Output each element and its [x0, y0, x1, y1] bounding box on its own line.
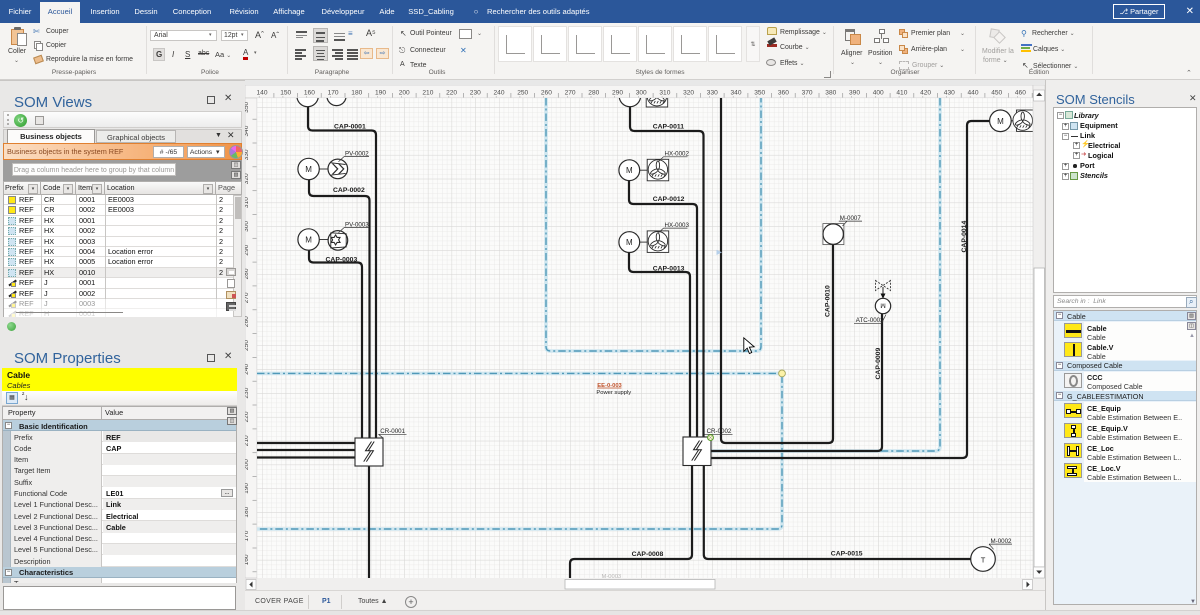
svg-text:CAP-0010: CAP-0010: [824, 285, 831, 317]
svg-text:CAP-0001: CAP-0001: [334, 124, 366, 131]
svg-text:260: 260: [541, 90, 552, 97]
svg-text:320: 320: [683, 90, 694, 97]
svg-text:270: 270: [245, 292, 250, 303]
svg-text:M: M: [626, 166, 633, 175]
svg-text:220: 220: [245, 411, 250, 422]
svg-text:340: 340: [730, 90, 741, 97]
svg-text:270: 270: [565, 90, 576, 97]
svg-text:380: 380: [825, 90, 836, 97]
svg-text:280: 280: [588, 90, 599, 97]
svg-text:350: 350: [754, 90, 765, 97]
svg-text:460: 460: [1015, 90, 1026, 97]
svg-text:230: 230: [470, 90, 481, 97]
svg-text:290: 290: [245, 244, 250, 255]
svg-text:CAP-0008: CAP-0008: [632, 551, 664, 558]
svg-text:M: M: [997, 117, 1004, 126]
svg-text:M: M: [305, 236, 312, 245]
svg-text:M: M: [305, 165, 312, 174]
svg-text:170: 170: [245, 530, 250, 541]
svg-text:210: 210: [422, 90, 433, 97]
svg-text:170: 170: [328, 90, 339, 97]
svg-text:360: 360: [778, 90, 789, 97]
svg-text:310: 310: [245, 197, 250, 208]
svg-text:CAP-0014: CAP-0014: [961, 221, 968, 253]
svg-text:210: 210: [245, 435, 250, 446]
svg-text:440: 440: [967, 90, 978, 97]
svg-text:M: M: [626, 238, 633, 247]
svg-text:420: 420: [920, 90, 931, 97]
svg-text:240: 240: [245, 363, 250, 374]
svg-text:240: 240: [493, 90, 504, 97]
svg-text:300: 300: [245, 221, 250, 232]
svg-text:190: 190: [375, 90, 386, 97]
svg-text:M: M: [880, 301, 885, 308]
svg-text:320: 320: [245, 173, 250, 184]
svg-text:410: 410: [896, 90, 907, 97]
svg-text:T: T: [981, 555, 986, 564]
svg-text:330: 330: [245, 149, 250, 160]
svg-text:200: 200: [399, 90, 410, 97]
svg-text:CAP-0003: CAP-0003: [326, 257, 358, 264]
svg-text:230: 230: [245, 387, 250, 398]
svg-text:340: 340: [245, 125, 250, 136]
svg-text:200: 200: [245, 459, 250, 470]
svg-text:Power supply: Power supply: [596, 390, 631, 396]
svg-text:CAP-0013: CAP-0013: [653, 265, 685, 272]
svg-text:390: 390: [849, 90, 860, 97]
svg-text:450: 450: [991, 90, 1002, 97]
svg-text:250: 250: [245, 340, 250, 351]
svg-text:CAP-0009: CAP-0009: [875, 348, 882, 380]
svg-text:400: 400: [873, 90, 884, 97]
svg-text:260: 260: [245, 316, 250, 327]
svg-text:CAP-0011: CAP-0011: [653, 123, 685, 130]
svg-text:180: 180: [245, 506, 250, 517]
svg-text:190: 190: [245, 483, 250, 494]
svg-text:CAP-0012: CAP-0012: [653, 196, 685, 203]
svg-text:CAP-0015: CAP-0015: [831, 550, 863, 557]
svg-text:430: 430: [944, 90, 955, 97]
svg-text:150: 150: [280, 90, 291, 97]
svg-text:310: 310: [659, 90, 670, 97]
svg-text:CAP-0002: CAP-0002: [333, 187, 365, 194]
svg-text:220: 220: [446, 90, 457, 97]
svg-text:370: 370: [802, 90, 813, 97]
svg-text:300: 300: [636, 90, 647, 97]
svg-text:350: 350: [245, 101, 250, 112]
svg-text:160: 160: [245, 554, 250, 565]
svg-text:330: 330: [707, 90, 718, 97]
svg-text:140: 140: [256, 90, 267, 97]
svg-text:180: 180: [351, 90, 362, 97]
svg-text:290: 290: [612, 90, 623, 97]
svg-text:250: 250: [517, 90, 528, 97]
svg-text:280: 280: [245, 268, 250, 279]
svg-text:160: 160: [304, 90, 315, 97]
